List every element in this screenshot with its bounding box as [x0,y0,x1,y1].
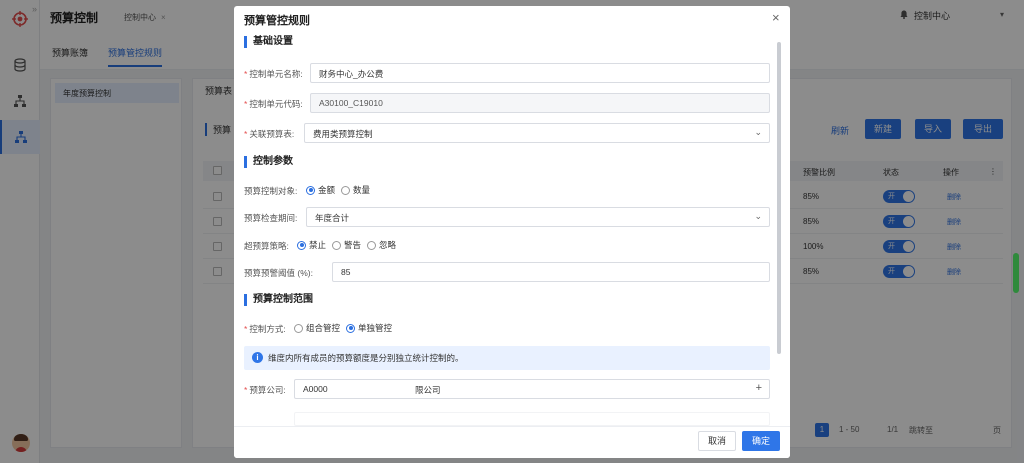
control-object-label: 预算控制对象: [244,186,298,196]
warn-threshold-label: 预算预警阈值 (%): [244,268,313,278]
linked-table-select[interactable]: 费用类预算控制 ⌄ [304,123,770,143]
unit-name-input[interactable]: 财务中心_办公费 [310,63,770,83]
page-scrollbar[interactable] [1013,253,1019,293]
dialog-scrollbar[interactable] [777,42,781,354]
warn-threshold-input[interactable]: 85 [332,262,770,282]
chevron-down-icon: ⌄ [754,127,762,137]
control-mode-radios: 组合管控 单独管控 [294,322,392,334]
unit-code-label: * 控制单元代码: [244,99,303,109]
section-scope: 预算控制范围 [244,294,313,306]
unit-name-label: * 控制单元名称: [244,69,303,79]
company-input[interactable]: A0000 限公司 + [294,379,770,399]
section-basic: 基础设置 [244,36,293,48]
over-strategy-radios: 禁止 警告 忽略 [297,239,396,251]
radio-combined[interactable]: 组合管控 [294,322,340,334]
linked-table-label: * 关联预算表: [244,129,295,139]
check-period-select[interactable]: 年度合计 ⌄ [306,207,770,227]
ok-button[interactable]: 确定 [742,431,780,451]
unit-code-input: A30100_C19010 [310,93,770,113]
check-period-label: 预算检查期间: [244,213,298,223]
control-object-radios: 金额 数量 [306,184,370,196]
company-code: A0000 [303,384,328,394]
radio-forbid[interactable]: 禁止 [297,239,326,251]
radio-ignore[interactable]: 忽略 [367,239,396,251]
over-strategy-label: 超预算策略: [244,241,289,251]
radio-separate[interactable]: 单独管控 [346,322,392,334]
company-label: * 预算公司: [244,385,286,395]
radio-quantity[interactable]: 数量 [341,184,370,196]
control-mode-label: * 控制方式: [244,324,286,334]
info-icon: i [252,352,263,363]
chevron-down-icon: ⌄ [754,211,762,221]
radio-amount[interactable]: 金额 [306,184,335,196]
dialog-footer: 取消 确定 [234,426,790,458]
info-banner: i 维度内所有成员的预算额度是分别独立统计控制的。 [244,346,770,370]
company-name: 限公司 [415,385,441,395]
budget-rule-dialog: 预算管控规则 × 基础设置 * 控制单元名称: 财务中心_办公费 * 控制单元代码:… [234,6,790,458]
close-icon[interactable]: × [772,10,780,25]
section-params: 控制参数 [244,156,293,168]
info-text: 维度内所有成员的预算额度是分别独立统计控制的。 [268,353,464,363]
cancel-button[interactable]: 取消 [698,431,736,451]
dialog-title: 预算管控规则 [244,15,310,27]
radio-warn[interactable]: 警告 [332,239,361,251]
add-icon[interactable]: + [756,382,762,394]
